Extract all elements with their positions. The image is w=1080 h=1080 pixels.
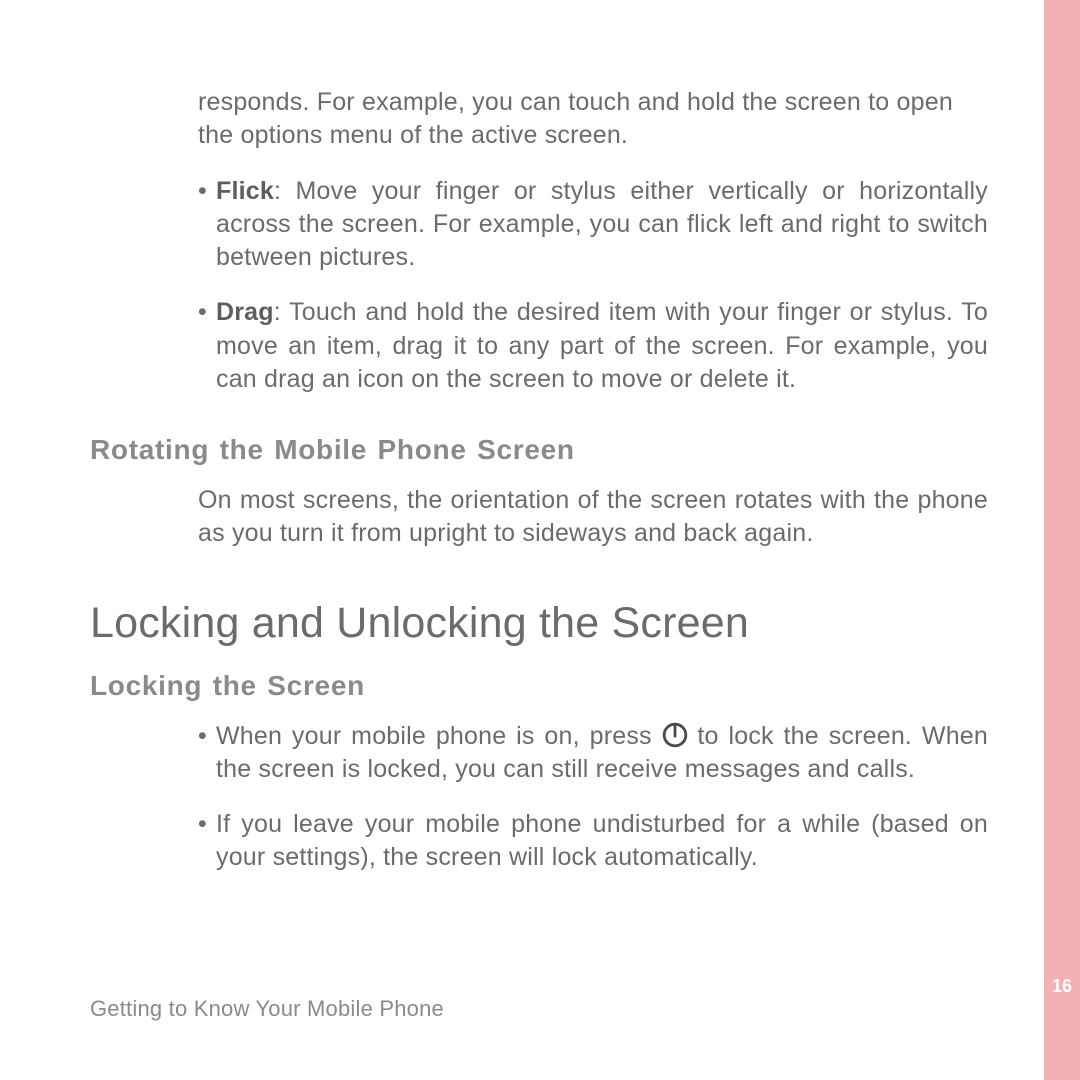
drag-text: : Touch and hold the desired item with y…	[216, 298, 988, 393]
term-flick: Flick	[216, 177, 274, 205]
page-sidebar: 16	[1044, 0, 1080, 1080]
continued-paragraph: responds. For example, you can touch and…	[198, 86, 988, 153]
list-item: Flick: Move your finger or stylus either…	[198, 175, 988, 275]
list-item: When your mobile phone is on, press to l…	[198, 720, 988, 787]
locking-list: When your mobile phone is on, press to l…	[198, 720, 988, 875]
lock-press-pre: When your mobile phone is on, press	[216, 722, 662, 750]
gesture-list: Flick: Move your finger or stylus either…	[198, 175, 988, 397]
page-content: responds. For example, you can touch and…	[0, 0, 1044, 1080]
subheading-rotating: Rotating the Mobile Phone Screen	[90, 434, 988, 466]
rotating-body: On most screens, the orientation of the …	[198, 484, 988, 551]
list-item: Drag: Touch and hold the desired item wi…	[198, 296, 988, 396]
term-drag: Drag	[216, 298, 274, 326]
lock-auto-text: If you leave your mobile phone undisturb…	[216, 810, 988, 871]
subheading-locking-screen: Locking the Screen	[90, 670, 988, 702]
footer-chapter: Getting to Know Your Mobile Phone	[90, 996, 444, 1022]
flick-text: : Move your finger or stylus either vert…	[216, 177, 988, 272]
power-icon	[662, 722, 688, 748]
heading-locking: Locking and Unlocking the Screen	[90, 599, 988, 648]
page-number: 16	[1052, 976, 1072, 997]
list-item: If you leave your mobile phone undisturb…	[198, 808, 988, 875]
